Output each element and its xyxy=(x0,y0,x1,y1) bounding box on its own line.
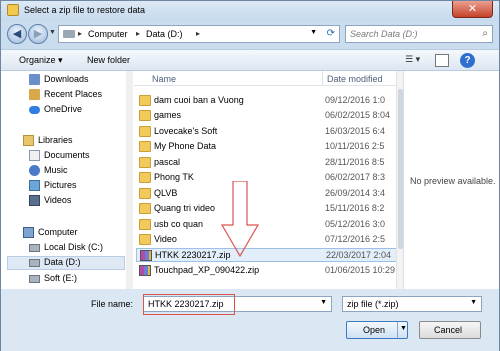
sidebar-item-pictures[interactable]: Pictures xyxy=(29,179,125,193)
file-list-scrollbar[interactable] xyxy=(396,71,403,289)
pictures-icon xyxy=(29,180,40,191)
zip-archive-icon xyxy=(139,265,151,276)
window-title: Select a zip file to restore data xyxy=(24,5,146,15)
search-icon[interactable]: ⌕ xyxy=(482,28,488,39)
folder-icon xyxy=(139,219,151,230)
search-placeholder: Search Data (D:) xyxy=(350,29,418,39)
open-options-chevron-icon[interactable]: ▼ xyxy=(400,325,407,332)
file-list: Name Date modified dam cuoi ban a Vuong … xyxy=(134,71,403,289)
column-date-modified[interactable]: Date modified xyxy=(327,74,383,84)
open-button[interactable]: Open ▼ xyxy=(346,321,408,339)
dialog-footer: File name: HTKK 2230217.zip ▼ zip file (… xyxy=(1,289,499,351)
help-icon[interactable]: ? xyxy=(460,53,475,68)
folder-icon xyxy=(139,172,151,183)
navigation-row: ◀ ▶ ▼ ▸ Computer ▸ Data (D:) ▸ ▼ ⟳ Searc… xyxy=(1,21,499,47)
address-bar[interactable]: ▸ Computer ▸ Data (D:) ▸ ▼ ⟳ xyxy=(58,25,340,43)
breadcrumb-data-drive[interactable]: Data (D:) xyxy=(146,29,183,39)
chevron-down-icon[interactable]: ▼ xyxy=(470,299,477,306)
list-item[interactable]: Lovecake's Soft 16/03/2015 6:4 xyxy=(136,125,398,139)
file-type-value: zip file (*.zip) xyxy=(347,299,399,309)
sidebar-item-music[interactable]: Music xyxy=(29,164,125,178)
sidebar-item-local-disk-c[interactable]: Local Disk (C:) xyxy=(29,241,125,255)
sidebar-item-data-d[interactable]: Data (D:) xyxy=(7,256,125,270)
downloads-icon xyxy=(29,74,40,85)
sidebar-item-downloads[interactable]: Downloads xyxy=(29,73,125,87)
list-item[interactable]: My Phone Data 10/11/2016 2:5 xyxy=(136,140,398,154)
app-icon xyxy=(7,4,19,16)
back-button[interactable]: ◀ xyxy=(7,24,27,44)
file-name-label: File name: xyxy=(91,299,134,309)
sidebar-item-libraries[interactable]: Libraries xyxy=(23,134,125,148)
sidebar-item-soft-e[interactable]: Soft (E:) xyxy=(29,272,125,286)
folder-icon xyxy=(139,203,151,214)
folder-icon xyxy=(139,110,151,121)
view-options-icon[interactable]: ☰ ▾ xyxy=(405,54,427,68)
libraries-icon xyxy=(23,135,34,146)
drive-icon xyxy=(63,30,75,38)
documents-icon xyxy=(29,150,40,161)
list-item[interactable]: usb co quan 05/12/2016 3:0 xyxy=(136,218,398,232)
preview-message: No preview available. xyxy=(410,176,496,186)
folder-icon xyxy=(139,234,151,245)
recent-locations-chevron-icon[interactable]: ▼ xyxy=(49,29,56,36)
sidebar-item-recent-places[interactable]: Recent Places xyxy=(29,88,125,102)
file-dialog: Select a zip file to restore data ✕ ◀ ▶ … xyxy=(0,0,500,351)
annotation-highlight-box xyxy=(143,294,235,315)
list-item[interactable]: pascal 28/11/2016 8:5 xyxy=(136,156,398,170)
drive-icon xyxy=(29,275,40,283)
folder-icon xyxy=(139,188,151,199)
column-name[interactable]: Name xyxy=(152,74,176,84)
annotation-arrow-icon xyxy=(220,181,260,257)
preview-pane-icon[interactable] xyxy=(435,54,449,67)
drive-icon xyxy=(29,259,40,267)
breadcrumb-separator-icon[interactable]: ▸ xyxy=(136,29,140,38)
cancel-button[interactable]: Cancel xyxy=(419,321,481,339)
open-button-label: Open xyxy=(363,325,386,335)
videos-icon xyxy=(29,195,40,206)
list-item[interactable]: Video 07/12/2016 2:5 xyxy=(136,233,398,247)
address-dropdown-icon[interactable]: ▼ xyxy=(310,29,317,36)
navigation-scrollbar[interactable] xyxy=(126,71,133,289)
list-item[interactable]: Touchpad_XP_090422.zip 01/06/2015 10:29 xyxy=(136,264,398,278)
folder-icon xyxy=(139,157,151,168)
zip-archive-icon xyxy=(140,250,152,261)
drive-icon xyxy=(29,244,40,252)
column-header: Name Date modified xyxy=(134,71,402,86)
onedrive-icon xyxy=(29,106,40,114)
close-button[interactable]: ✕ xyxy=(452,1,493,18)
sidebar-item-computer[interactable]: Computer xyxy=(23,226,125,240)
recent-places-icon xyxy=(29,89,40,100)
list-item-selected[interactable]: HTKK 2230217.zip 22/03/2017 2:04 xyxy=(136,248,398,262)
sidebar-item-onedrive[interactable]: OneDrive xyxy=(29,103,125,117)
preview-pane: No preview available. xyxy=(403,71,499,289)
list-item[interactable]: Phong TK 06/02/2017 8:3 xyxy=(136,171,398,185)
title-bar: Select a zip file to restore data ✕ xyxy=(1,1,499,21)
music-icon xyxy=(29,165,40,176)
computer-icon xyxy=(23,227,34,238)
navigation-pane: Downloads Recent Places OneDrive Librari… xyxy=(1,71,133,289)
forward-button[interactable]: ▶ xyxy=(28,24,48,44)
breadcrumb-computer[interactable]: Computer xyxy=(88,29,128,39)
list-item[interactable]: QLVB 26/09/2014 3:4 xyxy=(136,187,398,201)
cancel-button-label: Cancel xyxy=(434,325,463,335)
refresh-icon[interactable]: ⟳ xyxy=(327,28,335,39)
search-input[interactable]: Search Data (D:) ⌕ xyxy=(345,25,493,43)
file-type-select[interactable]: zip file (*.zip) ▼ xyxy=(342,296,482,312)
sidebar-item-documents[interactable]: Documents xyxy=(29,149,125,163)
breadcrumb-separator-icon[interactable]: ▸ xyxy=(196,29,200,38)
list-item[interactable]: dam cuoi ban a Vuong 09/12/2016 1:0 xyxy=(136,94,398,108)
split-divider xyxy=(397,322,398,338)
list-item[interactable]: games 06/02/2015 8:04 xyxy=(136,109,398,123)
organize-menu[interactable]: Organize ▾ xyxy=(19,55,63,66)
sidebar-item-videos[interactable]: Videos xyxy=(29,194,125,208)
breadcrumb-separator-icon[interactable]: ▸ xyxy=(78,29,82,38)
folder-icon xyxy=(139,95,151,106)
chevron-down-icon[interactable]: ▼ xyxy=(320,299,327,306)
folder-icon xyxy=(139,141,151,152)
column-divider[interactable] xyxy=(322,71,323,86)
folder-icon xyxy=(139,126,151,137)
command-toolbar: Organize ▾ New folder ☰ ▾ ? xyxy=(1,49,499,71)
list-item[interactable]: Quang tri video 15/11/2016 8:2 xyxy=(136,202,398,216)
new-folder-button[interactable]: New folder xyxy=(87,55,130,65)
